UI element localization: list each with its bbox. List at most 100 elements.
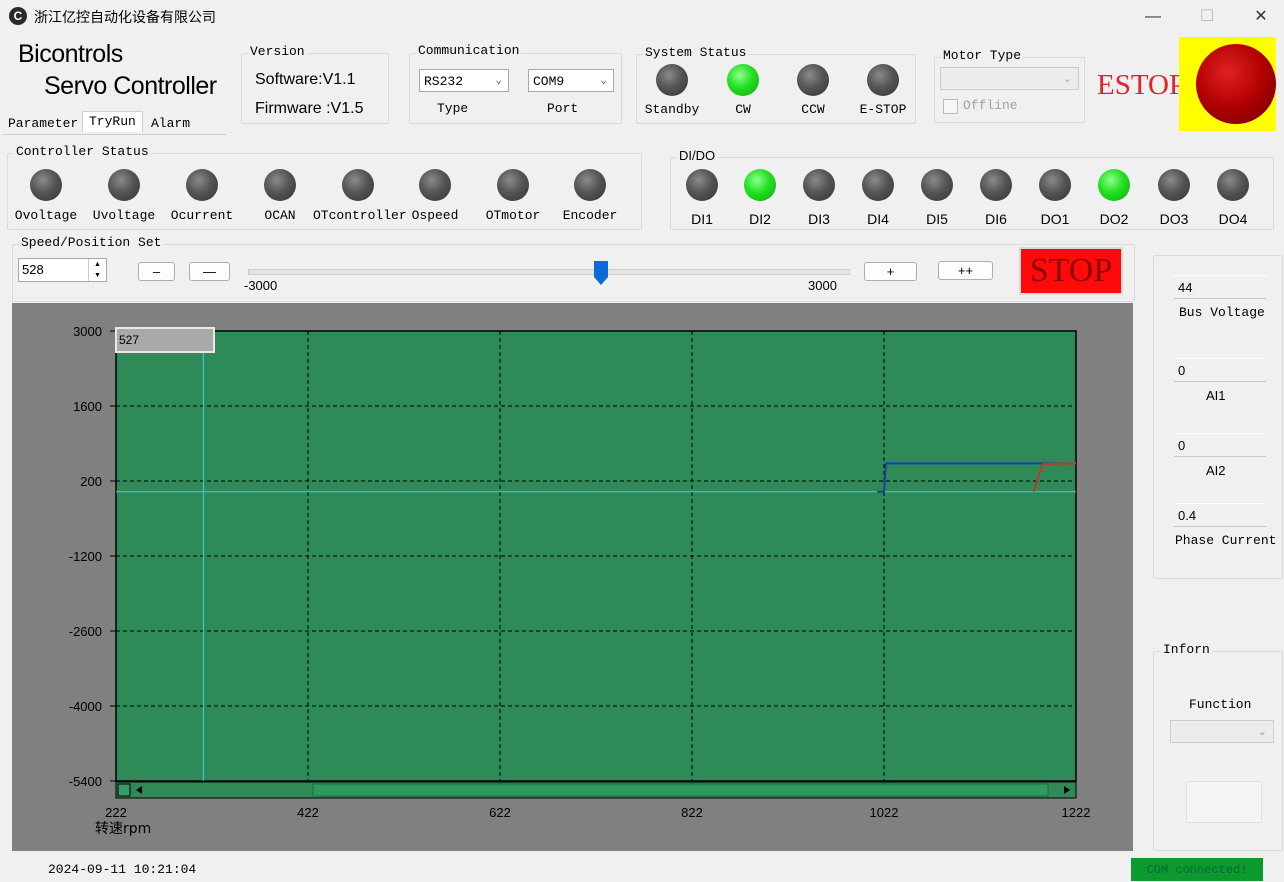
decrement-button[interactable]: – (138, 262, 175, 281)
type-label: Type (437, 101, 469, 116)
speed-slider-thumb[interactable] (593, 261, 608, 285)
io-led (921, 169, 953, 201)
status-led (797, 64, 829, 96)
maximize-icon[interactable]: ☐ (1184, 4, 1230, 30)
title-bar: C 浙江亿控自动化设备有限公司 — ☐ ✕ (0, 0, 1284, 34)
chevron-down-icon: ⌄ (1062, 73, 1072, 85)
fault-led (419, 169, 451, 201)
inforn-title: Inforn (1161, 642, 1212, 657)
io-led (1098, 169, 1130, 201)
speed-input[interactable]: 528 (22, 262, 44, 277)
x-tick-label: 1222 (1062, 805, 1091, 820)
status-led-label: E-STOP (859, 102, 907, 117)
status-datetime: 2024-09-11 10:21:04 (48, 862, 197, 877)
tab-parameter[interactable]: Parameter (2, 114, 84, 134)
function-label: Function (1189, 697, 1252, 712)
speed-set-title: Speed/Position Set (19, 235, 164, 250)
port-label: Port (547, 101, 579, 116)
firmware-version: Firmware :V1.5 (255, 100, 364, 117)
chart-panel: 222 422 622 822 1022 1222 3000 1600 200 -1200 -260… (12, 303, 1133, 851)
speed-chart[interactable]: 222 422 622 822 1022 1222 3000 1600 200 -1200 -260… (12, 303, 1133, 851)
estop-frame (1179, 37, 1276, 131)
fault-led (497, 169, 529, 201)
io-led (744, 169, 776, 201)
x-tick-label: 622 (489, 805, 511, 820)
estop-label: ESTOP (1097, 69, 1186, 101)
readout-value: 0.4 (1174, 503, 1266, 527)
fault-led (30, 169, 62, 201)
function-select[interactable]: ⌄ (1170, 720, 1274, 743)
io-led (980, 169, 1012, 201)
offline-checkbox[interactable] (943, 99, 958, 114)
readout-value: 44 (1174, 275, 1266, 299)
slider-min-label: -3000 (244, 278, 278, 293)
x-tick-label: 1022 (870, 805, 899, 820)
speed-spinbox[interactable]: 528 ▲ ▼ (18, 258, 107, 282)
fault-led (108, 169, 140, 201)
system-status-title: System Status (643, 45, 749, 60)
offline-label: Offline (963, 98, 1018, 113)
readout-label: Bus Voltage (1179, 305, 1265, 320)
close-icon[interactable]: ✕ (1238, 4, 1284, 30)
y-tick-label: -2600 (69, 624, 102, 639)
motor-type-title: Motor Type (941, 48, 1024, 63)
chevron-down-icon: ⌄ (495, 75, 502, 87)
fault-led-label: Ocurrent (170, 208, 234, 223)
fault-led (342, 169, 374, 201)
io-led (1039, 169, 1071, 201)
x-tick-label: 822 (681, 805, 703, 820)
speed-slider-track[interactable] (248, 269, 850, 275)
minimize-icon[interactable]: — (1130, 4, 1176, 30)
function-action-button[interactable] (1186, 781, 1262, 823)
chevron-down-icon: ⌄ (1257, 726, 1267, 738)
chevron-down-icon: ⌄ (600, 75, 607, 87)
io-led (1217, 169, 1249, 201)
io-led (803, 169, 835, 201)
app-logo-icon: C (9, 7, 27, 25)
x-axis-label: 转速rpm (95, 821, 151, 837)
spin-down-icon[interactable]: ▼ (88, 270, 106, 281)
window-title: 浙江亿控自动化设备有限公司 (34, 9, 216, 25)
spin-up-icon[interactable]: ▲ (88, 259, 106, 270)
readout-label: AI2 (1206, 463, 1226, 478)
port-value: COM9 (533, 74, 565, 89)
motor-type-select[interactable]: ⌄ (940, 67, 1079, 90)
brand-line2: Servo Controller (44, 72, 217, 100)
type-select[interactable]: RS232 ⌄ (419, 69, 509, 92)
software-version: Software:V1.1 (255, 71, 356, 88)
readout-label: AI1 (1206, 388, 1226, 403)
io-led (862, 169, 894, 201)
readouts-group (1153, 255, 1283, 579)
tab-alarm[interactable]: Alarm (145, 114, 196, 134)
big-decrement-button[interactable]: — (189, 262, 230, 281)
estop-button[interactable] (1196, 44, 1276, 124)
big-increment-button[interactable]: ++ (938, 261, 993, 280)
y-tick-label: 200 (80, 474, 102, 489)
connection-status: COM connected! (1131, 858, 1263, 881)
tab-strip: Parameter TryRun Alarm (2, 111, 227, 135)
type-value: RS232 (424, 74, 464, 89)
fault-led-label: Ovoltage (14, 208, 78, 223)
cursor-value: 527 (119, 333, 139, 347)
scroll-thumb[interactable] (312, 783, 1049, 797)
scroll-reset-icon[interactable] (117, 783, 131, 797)
fault-led-label: Uvoltage (92, 208, 156, 223)
version-title: Version (248, 44, 307, 59)
fault-led-label: Encoder (562, 208, 618, 223)
io-led (686, 169, 718, 201)
brand-line1: Bicontrols (18, 40, 123, 68)
readout-value: 0 (1174, 433, 1266, 457)
tab-tryrun[interactable]: TryRun (82, 111, 143, 132)
stop-button[interactable]: STOP (1019, 247, 1123, 295)
fault-led-label: OCAN (264, 208, 296, 223)
y-tick-label: 3000 (73, 324, 102, 339)
io-led (1158, 169, 1190, 201)
readout-label: Phase Current (1175, 533, 1277, 548)
y-tick-label: 1600 (73, 399, 102, 414)
dido-title: DI/DO (677, 148, 718, 163)
port-select[interactable]: COM9 ⌄ (528, 69, 614, 92)
communication-title: Communication (416, 43, 522, 58)
increment-button[interactable]: + (864, 262, 917, 281)
io-led-label: DO4 (1218, 211, 1248, 227)
x-tick-label: 422 (297, 805, 319, 820)
